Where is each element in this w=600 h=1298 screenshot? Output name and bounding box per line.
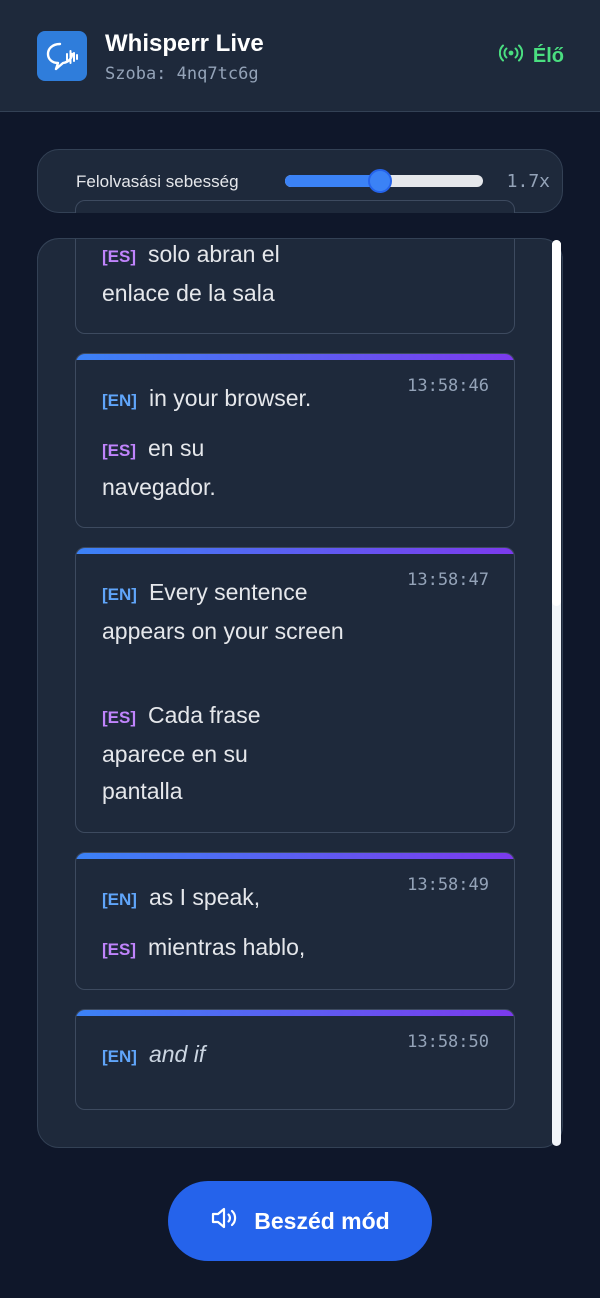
en-line: [EN] in your browser. <box>102 380 402 419</box>
es-line: [ES] mientras hablo, <box>102 929 402 968</box>
live-label: Élő <box>532 44 564 67</box>
transcript-card: 13:58:50 [EN] and if <box>75 1009 515 1110</box>
es-tag: [ES] <box>102 708 136 727</box>
en-tag: [EN] <box>102 1047 137 1066</box>
card-accent-bar <box>76 853 514 859</box>
en-tag: [EN] <box>102 391 137 410</box>
en-text-interim: and if <box>148 1041 206 1067</box>
timestamp: 13:58:49 <box>407 875 489 895</box>
speed-slider-fill <box>285 175 381 187</box>
speed-value: 1.7x <box>506 171 550 192</box>
speak-mode-label: Beszéd mód <box>254 1207 390 1234</box>
app-header: Whisperr Live Szoba: 4nq7tc6g Élő <box>0 0 600 112</box>
es-line: [ES] Cada frase aparece en su pantalla <box>102 697 302 810</box>
timestamp: 13:58:46 <box>407 376 489 396</box>
card-accent-bar <box>76 1010 514 1016</box>
transcript-card: 13:58:49 [EN] as I speak, [ES] mientras ha… <box>75 852 515 990</box>
timestamp: 13:58:47 <box>407 570 489 590</box>
es-text: mientras hablo, <box>148 934 306 960</box>
panel-top-mask <box>37 213 563 239</box>
speed-label: Felolvasási sebesség <box>76 172 239 191</box>
speaker-icon <box>210 1206 240 1236</box>
transcript-scrollbar[interactable] <box>552 240 561 1146</box>
en-tag: [EN] <box>102 890 137 909</box>
broadcast-icon <box>498 44 523 68</box>
en-line: [EN] Every sentence appears on your scree… <box>102 574 352 650</box>
chat-logo-icon <box>37 31 87 81</box>
panel-top-edge <box>37 238 563 260</box>
transcript-card: 13:58:46 [EN] in your browser. [ES] en su … <box>75 353 515 528</box>
card-accent-bar <box>76 548 514 554</box>
speak-mode-button[interactable]: Beszéd mód <box>168 1181 432 1261</box>
en-line: [EN] and if <box>102 1036 402 1075</box>
speed-slider-thumb[interactable] <box>368 169 393 193</box>
timestamp: 13:58:50 <box>407 1032 489 1052</box>
es-tag: [ES] <box>102 940 136 959</box>
room-label: Szoba: <box>105 64 167 84</box>
app-title: Whisperr Live <box>105 30 264 57</box>
en-text: in your browser. <box>148 385 312 411</box>
room-id: 4nq7tc6g <box>176 64 259 84</box>
en-text: as I speak, <box>148 884 261 910</box>
scrollbar-thumb[interactable] <box>552 240 561 606</box>
en-line: [EN] as I speak, <box>102 879 402 918</box>
card-accent-bar <box>76 354 514 360</box>
es-tag: [ES] <box>102 441 136 460</box>
transcript-card: 13:58:47 [EN] Every sentence appears on y… <box>75 547 515 833</box>
speed-slider[interactable] <box>285 169 483 193</box>
en-text: Every sentence appears on your screen <box>102 579 344 644</box>
es-line: [ES] en su navegador. <box>102 430 262 506</box>
live-status: Élő <box>498 44 564 68</box>
en-tag: [EN] <box>102 585 137 604</box>
room-info: Szoba: 4nq7tc6g <box>105 64 259 84</box>
